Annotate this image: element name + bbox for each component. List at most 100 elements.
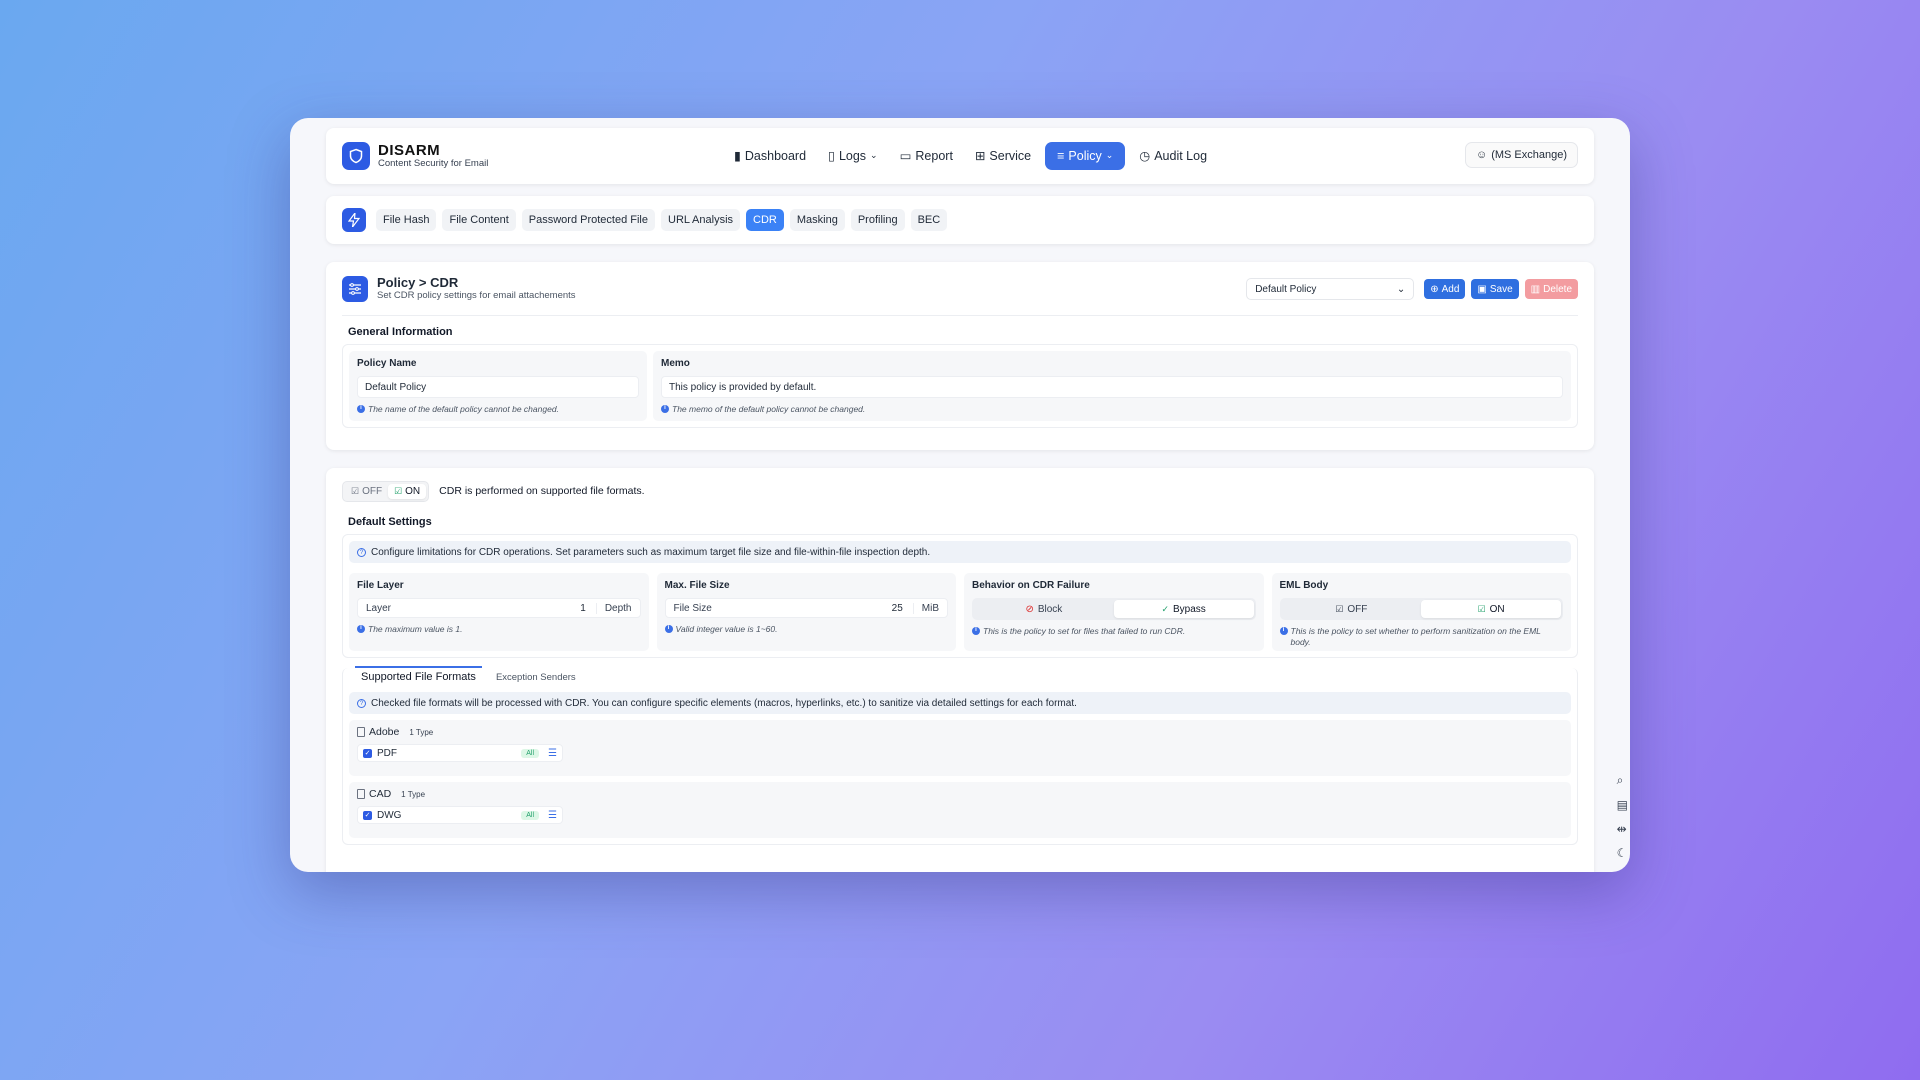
format-group-name: Adobe: [369, 726, 400, 738]
format-item-name: PDF: [377, 747, 397, 759]
failure-behavior-toggle[interactable]: ⊘ Block ✓ Bypass: [972, 598, 1256, 620]
tab-exception-senders[interactable]: Exception Senders: [496, 672, 576, 688]
checkbox-icon: ☑: [351, 485, 360, 496]
cdr-off-option[interactable]: ☑ OFF: [345, 484, 388, 499]
file-layer-hint: i The maximum value is 1.: [357, 624, 641, 635]
file-layer-unit: Depth: [595, 602, 632, 614]
list-settings-icon[interactable]: ☰: [548, 810, 557, 821]
eml-body-label: EML Body: [1279, 580, 1329, 591]
info-icon: i: [357, 405, 365, 413]
default-settings-heading: Default Settings: [348, 516, 432, 528]
eml-off-option[interactable]: ☑ OFF: [1282, 600, 1422, 618]
sliders-icon: ≡: [1057, 148, 1065, 163]
save-button[interactable]: ▣ Save: [1471, 279, 1519, 299]
chevron-down-icon: ⌄: [870, 150, 878, 160]
default-settings-box: ? Configure limitations for CDR operatio…: [342, 534, 1578, 658]
format-item-dwg[interactable]: ✓ DWG All ☰: [357, 806, 563, 824]
brand-name: DISARM: [378, 141, 441, 159]
tab-profiling[interactable]: Profiling: [850, 209, 905, 231]
clock-icon: ◷: [1139, 149, 1151, 163]
info-icon: i: [661, 405, 669, 413]
file-layer-label: File Layer: [357, 580, 404, 591]
tab-password-protected-file[interactable]: Password Protected File: [521, 209, 655, 231]
failure-behavior-label: Behavior on CDR Failure: [972, 580, 1090, 591]
translate-icon[interactable]: ▤: [1617, 798, 1628, 812]
file-layer-hint-text: The maximum value is 1.: [368, 624, 463, 634]
eml-on-option[interactable]: ☑ ON: [1421, 600, 1561, 618]
nav-dashboard[interactable]: ▮ Dashboard: [726, 141, 814, 170]
nav-audit-log-label: Audit Log: [1154, 148, 1208, 163]
policy-card: Policy > CDR Set CDR policy settings for…: [326, 262, 1594, 450]
bypass-label: Bypass: [1173, 603, 1206, 615]
tab-file-content[interactable]: File Content: [442, 209, 516, 231]
tab-masking[interactable]: Masking: [789, 209, 845, 231]
user-label: (MS Exchange): [1491, 149, 1567, 161]
file-icon: [357, 789, 365, 799]
delete-button[interactable]: ▥ Delete: [1524, 279, 1578, 299]
failure-behavior-hint-text: This is the policy to set for files that…: [983, 626, 1186, 636]
checkbox-icon: ☑: [1335, 603, 1344, 614]
eml-body-toggle[interactable]: ☑ OFF ☑ ON: [1279, 598, 1563, 620]
dark-mode-icon[interactable]: ☾: [1617, 846, 1628, 860]
nav-policy[interactable]: ≡ Policy ⌄: [1045, 141, 1126, 170]
max-file-size-cell: Max. File Size File Size 25 MiB i Valid …: [656, 573, 956, 651]
question-icon: ?: [357, 547, 366, 557]
cdr-on-option[interactable]: ☑ ON: [388, 483, 427, 499]
policy-select[interactable]: Default Policy ⌄: [1246, 278, 1415, 300]
cdr-toggle-description: CDR is performed on supported file forma…: [439, 485, 645, 497]
general-information-heading: General Information: [348, 326, 453, 338]
info-icon: i: [664, 625, 673, 633]
windows-icon: ⊞: [974, 149, 986, 163]
user-menu-button[interactable]: ☺ (MS Exchange): [1464, 142, 1578, 168]
brand-tagline: Content Security for Email: [378, 158, 489, 170]
failure-behavior-hint: i This is the policy to set for files th…: [972, 626, 1256, 637]
block-option[interactable]: ⊘ Block: [974, 600, 1114, 618]
page-title: Policy > CDR: [377, 275, 459, 291]
all-badge: All: [521, 810, 540, 820]
info-icon: i: [972, 627, 980, 635]
zoom-icon[interactable]: ⌕: [1617, 773, 1628, 788]
tab-supported-file-formats[interactable]: Supported File Formats: [355, 666, 482, 688]
trash-icon: ▥: [1530, 283, 1541, 295]
policy-name-input[interactable]: Default Policy: [357, 376, 639, 398]
tab-file-hash[interactable]: File Hash: [376, 209, 437, 231]
memo-input[interactable]: This policy is provided by default.: [661, 376, 1563, 398]
max-file-size-placeholder: File Size: [673, 602, 712, 614]
nav-report[interactable]: ▭ Report: [892, 141, 961, 170]
checkbox-checked-icon[interactable]: ✓: [363, 748, 372, 758]
format-item-pdf[interactable]: ✓ PDF All ☰: [357, 744, 563, 762]
side-toolbar: ⌕ ▤ ⇹ ☾: [1617, 773, 1628, 860]
nav-service[interactable]: ⊞ Service: [967, 141, 1039, 170]
memo-hint-text: The memo of the default policy cannot be…: [672, 404, 866, 414]
policy-name-hint: i The name of the default policy cannot …: [357, 404, 639, 415]
cdr-toggle[interactable]: ☑ OFF ☑ ON: [342, 480, 430, 502]
file-formats-info: ? Checked file formats will be processed…: [349, 692, 1571, 714]
eml-body-hint-text: This is the policy to set whether to per…: [1290, 626, 1541, 648]
eml-off-label: OFF: [1347, 603, 1368, 615]
format-group-adobe: Adobe 1 Type ✓ PDF All ☰: [349, 720, 1571, 776]
file-layer-input[interactable]: Layer 1 Depth: [357, 598, 641, 618]
nav-audit-log[interactable]: ◷ Audit Log: [1131, 141, 1215, 170]
tab-cdr[interactable]: CDR: [746, 209, 784, 231]
resize-icon[interactable]: ⇹: [1617, 822, 1628, 836]
list-settings-icon[interactable]: ☰: [548, 748, 557, 759]
brand: DISARM Content Security for Email: [378, 141, 489, 170]
file-layer-placeholder: Layer: [366, 602, 392, 614]
check-icon: ☑: [394, 485, 403, 496]
block-label: Block: [1037, 603, 1063, 615]
bypass-option[interactable]: ✓ Bypass: [1113, 600, 1254, 618]
max-file-size-input[interactable]: File Size 25 MiB: [664, 598, 948, 618]
max-file-size-label: Max. File Size: [664, 580, 730, 591]
block-icon: ⊘: [1025, 603, 1034, 615]
max-file-size-hint-text: Valid integer value is 1~60.: [675, 624, 778, 634]
file-layer-value: 1: [580, 602, 586, 614]
nav-logs[interactable]: ▯ Logs ⌄: [820, 141, 886, 170]
general-information-box: Policy Name Default Policy i The name of…: [342, 344, 1578, 429]
tab-url-analysis[interactable]: URL Analysis: [661, 209, 741, 231]
add-button[interactable]: ⊕ Add: [1424, 279, 1466, 299]
check-icon: ☑: [1477, 603, 1486, 614]
tab-bec[interactable]: BEC: [910, 209, 948, 231]
cdr-on-label: ON: [405, 485, 421, 497]
file-layer-cell: File Layer Layer 1 Depth i The maximum v…: [349, 573, 649, 651]
checkbox-checked-icon[interactable]: ✓: [363, 810, 372, 820]
